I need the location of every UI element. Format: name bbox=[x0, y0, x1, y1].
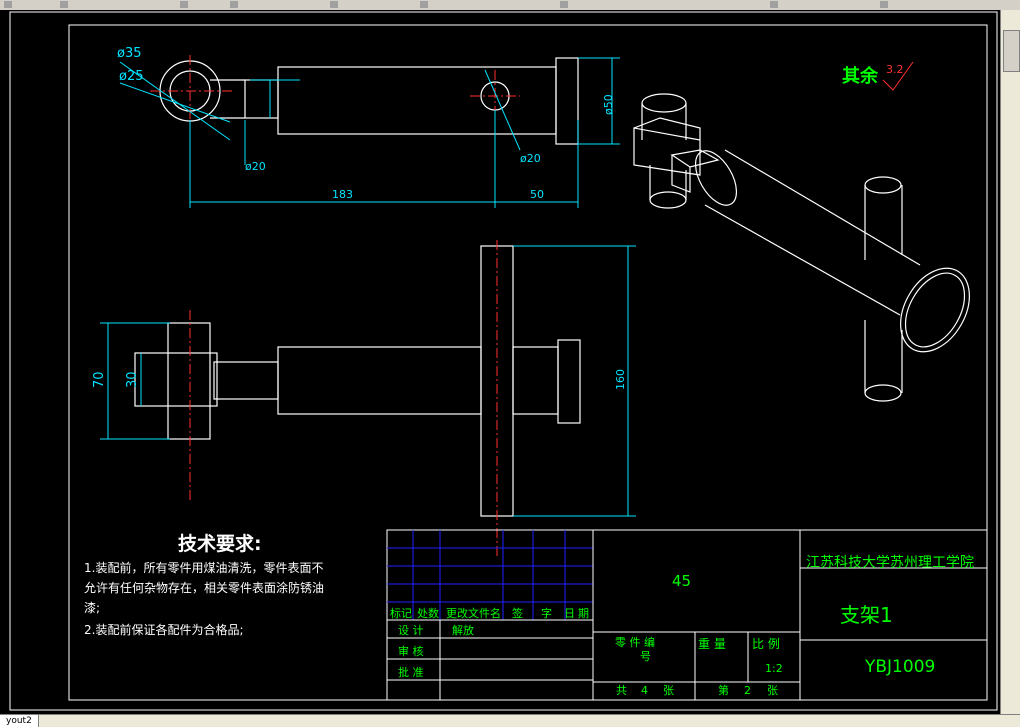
toolbar-button-icon[interactable] bbox=[4, 1, 12, 8]
dim-30: 30 bbox=[125, 371, 140, 388]
dim-d50: ø50 bbox=[602, 94, 615, 115]
dim-160: 160 bbox=[614, 369, 627, 390]
part-name: 支架1 bbox=[840, 603, 893, 627]
front-view bbox=[134, 245, 581, 517]
top-view-dimensions bbox=[119, 57, 620, 208]
sheet-label: 第 bbox=[718, 683, 729, 697]
toolbar-button-icon[interactable] bbox=[60, 1, 68, 8]
dim-d35: ø35 bbox=[117, 46, 142, 61]
toolbar-button-icon[interactable] bbox=[180, 1, 188, 8]
layout-tab[interactable]: yout2 bbox=[0, 715, 39, 727]
dim-d20-right: ø20 bbox=[520, 152, 541, 165]
rev-header: 字 bbox=[541, 606, 552, 620]
surface-finish-value: 3.2 bbox=[886, 63, 904, 76]
total-unit: 张 bbox=[663, 684, 674, 697]
design-label: 设 计 bbox=[398, 624, 424, 637]
tech-req-title: 技术要求: bbox=[178, 532, 262, 555]
sheet-value: 2 bbox=[744, 684, 751, 697]
approve-label: 批 准 bbox=[398, 665, 424, 679]
drawing-number: YBJ1009 bbox=[864, 657, 935, 677]
rev-header: 期 bbox=[578, 607, 589, 620]
dim-d20-left: ø20 bbox=[245, 160, 266, 173]
toolbar-button-icon[interactable] bbox=[420, 1, 428, 8]
drawing-frame bbox=[68, 24, 988, 701]
dim-70: 70 bbox=[92, 371, 107, 388]
dim-50: 50 bbox=[530, 188, 544, 201]
isometric-view bbox=[633, 93, 970, 402]
front-view-dimensions bbox=[100, 245, 636, 517]
material: 45 bbox=[672, 572, 691, 590]
dim-d25: ø25 bbox=[119, 69, 144, 84]
scrollbar-thumb[interactable] bbox=[1003, 30, 1020, 72]
rev-header: 日 bbox=[564, 607, 575, 620]
top-view bbox=[159, 57, 579, 145]
dim-183: 183 bbox=[332, 188, 353, 201]
toolbar-button-icon[interactable] bbox=[230, 1, 238, 8]
layout-tabs-bar: yout2 bbox=[0, 714, 1020, 727]
rev-header: 签 bbox=[512, 606, 523, 620]
designer-name: 解放 bbox=[452, 623, 474, 637]
toolbar-button-icon[interactable] bbox=[330, 1, 338, 8]
top-view-centerlines bbox=[150, 55, 520, 130]
toolbar-button-icon[interactable] bbox=[880, 1, 888, 8]
total-value: 4 bbox=[641, 684, 648, 697]
tech-req-line: 1.装配前，所有零件用煤油清洗，零件表面不 bbox=[84, 560, 323, 575]
tech-req-line: 允许有任何杂物存在，相关零件表面涂防锈油 bbox=[84, 580, 324, 595]
rev-header: 处数 bbox=[417, 607, 439, 620]
review-label: 审 核 bbox=[398, 644, 424, 658]
rev-header: 标记 bbox=[390, 606, 412, 620]
tech-req-line: 漆; bbox=[84, 601, 100, 615]
sheet-unit: 张 bbox=[767, 684, 778, 697]
drawing-canvas[interactable]: ø35 ø25 ø20 ø20 183 50 ø50 70 30 160 其余 … bbox=[0, 10, 1000, 714]
school-name: 江苏科技大学苏州理工学院 bbox=[806, 555, 974, 571]
vertical-scrollbar[interactable] bbox=[1000, 10, 1020, 714]
scale-value: 1:2 bbox=[765, 662, 783, 675]
total-label: 共 bbox=[616, 684, 627, 697]
rev-header: 更改文件名 bbox=[446, 606, 501, 620]
part-no-label-2: 号 bbox=[640, 650, 651, 663]
part-no-label: 零 件 编 bbox=[615, 635, 655, 649]
scale-label: 比 例 bbox=[752, 637, 780, 651]
toolbar-button-icon[interactable] bbox=[560, 1, 568, 8]
surface-finish-label: 其余 bbox=[842, 65, 879, 87]
toolbar-button-icon[interactable] bbox=[770, 1, 778, 8]
tech-req-line: 2.装配前保证各配件为合格品; bbox=[84, 622, 244, 637]
weight-label: 重 量 bbox=[698, 637, 726, 651]
